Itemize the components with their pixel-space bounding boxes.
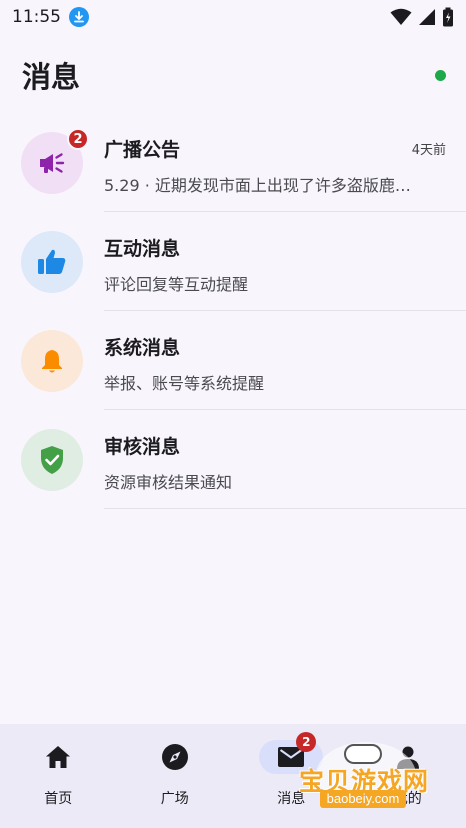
person-icon [396,746,419,769]
unread-badge: 2 [67,128,89,150]
message-subtitle: 资源审核结果通知 [104,473,233,492]
megaphone-icon [40,153,65,173]
message-avatar [21,231,83,293]
battery-icon [443,7,453,27]
message-avatar [21,330,83,392]
bottom-nav: 首页 广场 2 消息 我的 [0,724,466,828]
signal-icon [419,9,435,25]
message-text: 互动消息 评论回复等互动提醒 [104,234,446,295]
nav-label: 消息 [277,791,306,807]
message-item-system[interactable]: 系统消息 举报、账号等系统提醒 [0,311,466,410]
message-subtitle: 举报、账号等系统提醒 [104,374,265,393]
nav-pill: 2 [259,732,324,774]
nav-pill [143,740,207,774]
thumbs-up-icon [38,249,66,274]
status-time: 11:55 [12,7,61,27]
message-subtitle: 评论回复等互动提醒 [104,275,249,294]
nav-label: 广场 [160,791,189,807]
message-title: 审核消息 [104,436,181,458]
message-text: 广播公告 4天前 5.29 · 近期发现市面上出现了许多盗版鹿… [104,135,446,196]
nav-item-messages[interactable]: 2 消息 [233,724,350,828]
nav-item-square[interactable]: 广场 [117,724,234,828]
message-title: 广播公告 [104,139,181,161]
nav-label: 我的 [393,791,422,807]
message-avatar: 2 [21,128,89,194]
message-subtitle: 5.29 · 近期发现市面上出现了许多盗版鹿… [104,176,411,195]
wifi-icon [390,8,412,25]
message-item-broadcast[interactable]: 2 广播公告 4天前 5.29 · 近期发现市面上出现了许多盗版鹿… [0,113,466,212]
bell-icon [42,350,62,373]
message-text: 系统消息 举报、账号等系统提醒 [104,333,446,394]
online-status-dot [435,69,446,81]
message-item-review[interactable]: 审核消息 资源审核结果通知 [0,410,466,509]
message-title: 互动消息 [104,238,181,260]
nav-label: 首页 [44,791,73,807]
compass-icon [161,744,188,770]
message-time: 4天前 [411,143,446,158]
nav-pill [376,740,440,774]
message-title: 系统消息 [104,337,181,359]
status-icons [390,7,454,27]
message-avatar [21,429,83,491]
message-item-interaction[interactable]: 互动消息 评论回复等互动提醒 [0,212,466,311]
page-title: 消息 [22,60,81,94]
nav-item-home[interactable]: 首页 [0,724,117,828]
home-icon [46,746,71,768]
message-text: 审核消息 资源审核结果通知 [104,432,446,493]
download-icon [69,7,89,27]
divider [104,508,466,509]
nav-item-profile[interactable]: 我的 [350,724,466,828]
nav-badge: 2 [296,732,317,752]
page-header: 消息 [0,50,466,100]
shield-check-icon [41,446,63,474]
status-bar: 11:55 [0,0,466,34]
message-list: 2 广播公告 4天前 5.29 · 近期发现市面上出现了许多盗版鹿… 互动消息 … [0,113,466,509]
nav-pill [26,740,90,774]
